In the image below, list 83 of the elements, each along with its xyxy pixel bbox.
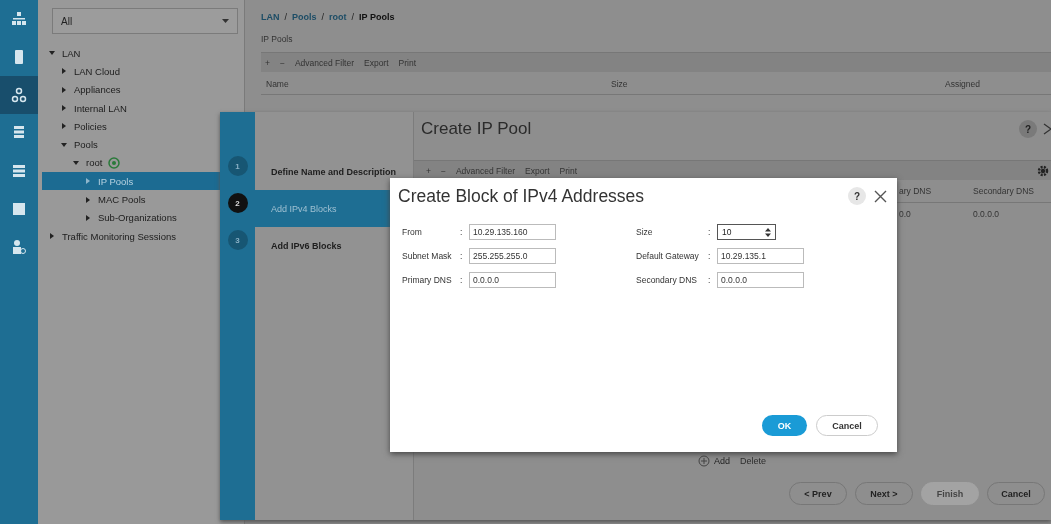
field-separator: : bbox=[460, 251, 464, 261]
ok-button[interactable]: OK bbox=[762, 415, 807, 436]
tree-item[interactable]: root bbox=[42, 153, 220, 173]
breadcrumb-link[interactable]: LAN bbox=[261, 12, 280, 22]
field-label: Size bbox=[636, 227, 654, 237]
list-icon bbox=[11, 163, 27, 179]
export-button[interactable]: Export bbox=[364, 57, 389, 68]
field-separator: : bbox=[708, 275, 712, 285]
add-button[interactable]: Add bbox=[698, 455, 730, 467]
step-number: 3 bbox=[227, 230, 248, 250]
breadcrumb-separator: / bbox=[321, 12, 325, 22]
column-header[interactable]: ary DNS bbox=[899, 186, 973, 196]
add-button[interactable]: + bbox=[265, 57, 270, 68]
collapsed-caret-icon bbox=[48, 232, 56, 241]
cancel-button[interactable]: Cancel bbox=[816, 415, 878, 436]
tree-item[interactable]: LAN Cloud bbox=[42, 62, 220, 81]
panel-icon bbox=[11, 201, 27, 217]
step-number: 1 bbox=[227, 156, 248, 176]
wizard-title: Create IP Pool bbox=[421, 119, 533, 139]
wizard-button[interactable]: Cancel bbox=[987, 482, 1045, 505]
tree-item[interactable]: Pools bbox=[42, 135, 220, 154]
tree-item[interactable]: Internal LAN bbox=[42, 98, 220, 118]
tree-item[interactable]: Traffic Monitoring Sessions bbox=[42, 226, 220, 246]
close-icon[interactable] bbox=[874, 189, 887, 203]
field-label: From bbox=[402, 227, 423, 237]
table-cell: 0.0.0.0 bbox=[973, 209, 999, 219]
field-separator: : bbox=[460, 227, 464, 237]
tree-item[interactable]: Policies bbox=[42, 117, 220, 136]
add-icon bbox=[698, 455, 710, 467]
section-title: IP Pools bbox=[261, 34, 294, 44]
breadcrumb-link[interactable]: root bbox=[329, 12, 347, 22]
help-button[interactable]: ? bbox=[1019, 120, 1037, 138]
size-spinner[interactable]: 10 bbox=[717, 224, 776, 240]
step-number: 2 bbox=[227, 193, 248, 213]
breadcrumb-current: IP Pools bbox=[359, 12, 395, 22]
wizard-button[interactable]: < Prev bbox=[789, 482, 847, 505]
column-header[interactable]: Secondary DNS bbox=[973, 186, 1034, 196]
field-separator: : bbox=[460, 275, 464, 285]
breadcrumb-link[interactable]: Pools bbox=[292, 12, 317, 22]
column-header[interactable]: Assigned bbox=[945, 79, 980, 89]
field-separator: : bbox=[708, 227, 712, 237]
delete-button[interactable]: Delete bbox=[740, 456, 767, 466]
table-cell-text: 0.0 bbox=[899, 209, 912, 219]
topology-icon bbox=[11, 87, 27, 103]
settings-icon[interactable] bbox=[1037, 164, 1049, 177]
nav-tab[interactable] bbox=[0, 76, 38, 114]
field-label: Primary DNS bbox=[402, 275, 453, 285]
input-field[interactable]: 255.255.255.0 bbox=[469, 248, 556, 264]
column-header[interactable]: Size bbox=[611, 79, 945, 89]
breadcrumb-separator: / bbox=[351, 12, 355, 22]
field-label: Secondary DNS bbox=[636, 275, 698, 285]
print-button[interactable]: Print bbox=[559, 165, 578, 176]
export-button[interactable]: Export bbox=[525, 165, 550, 176]
close-icon[interactable] bbox=[1043, 123, 1051, 135]
help-button[interactable]: ? bbox=[848, 187, 866, 205]
spinner-arrows-icon bbox=[765, 227, 771, 237]
input-field[interactable]: 0.0.0.0 bbox=[469, 272, 556, 288]
breadcrumb-separator: / bbox=[284, 12, 287, 22]
advanced-filter-button[interactable]: Advanced Filter bbox=[455, 165, 515, 176]
caret-icon bbox=[222, 19, 229, 23]
field-label: Default Gateway bbox=[636, 251, 700, 261]
wizard-button[interactable]: Next > bbox=[855, 482, 913, 505]
input-field[interactable]: 0.0.0.0 bbox=[717, 272, 804, 288]
field-label: Subnet Mask bbox=[402, 251, 453, 261]
tree-item[interactable]: Appliances bbox=[42, 80, 220, 99]
tree-item[interactable]: Sub-Organizations bbox=[42, 208, 220, 227]
remove-button[interactable]: − bbox=[440, 165, 446, 176]
rack-icon bbox=[11, 125, 27, 141]
field-separator: : bbox=[708, 251, 712, 261]
tree-item[interactable]: MAC Pools bbox=[42, 190, 220, 209]
filter-dropdown[interactable]: All bbox=[52, 8, 238, 34]
column-header[interactable]: Name bbox=[261, 79, 611, 89]
input-field[interactable]: 10.29.135.160 bbox=[469, 224, 556, 240]
tree-item[interactable]: LAN bbox=[42, 44, 220, 63]
tree-item[interactable]: IP Pools bbox=[42, 172, 220, 191]
add-button[interactable]: + bbox=[426, 165, 431, 176]
org-icon bbox=[108, 156, 121, 169]
advanced-filter-button[interactable]: Advanced Filter bbox=[294, 57, 354, 68]
input-field[interactable]: 10.29.135.1 bbox=[717, 248, 804, 264]
remove-button[interactable]: − bbox=[279, 57, 285, 68]
print-button[interactable]: Print bbox=[398, 57, 417, 68]
network-icon bbox=[11, 11, 27, 27]
user-icon bbox=[11, 239, 27, 255]
